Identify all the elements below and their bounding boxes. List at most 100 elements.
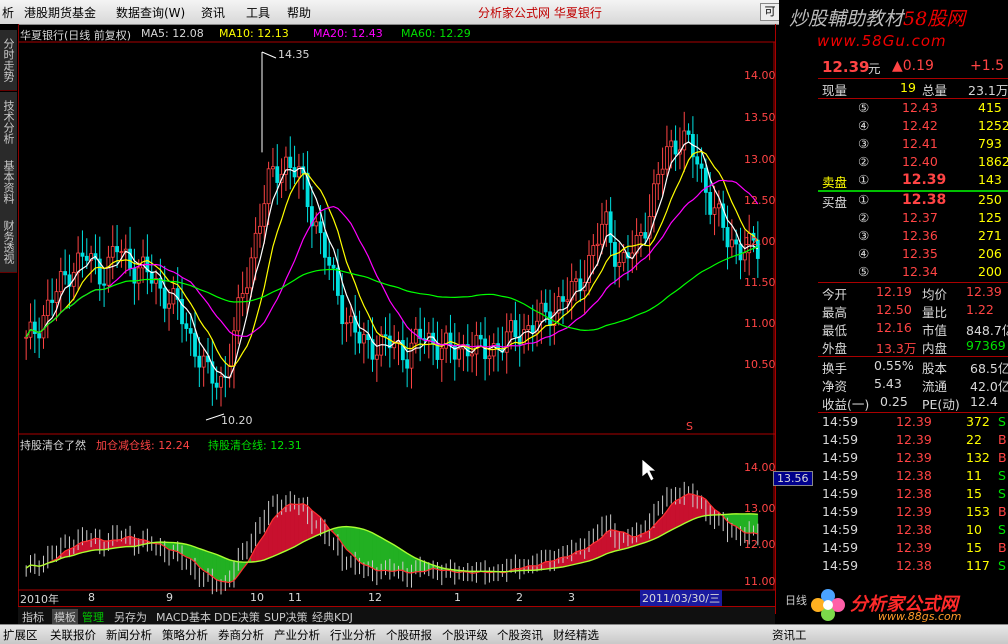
divider	[818, 98, 1008, 99]
candle-body	[561, 296, 565, 302]
quote-row: 最高 12.50 量比 1.22	[818, 302, 1008, 320]
band-segment	[272, 513, 278, 557]
status-item[interactable]: 关联报价	[50, 627, 96, 643]
status-item[interactable]: 策略分析	[162, 627, 208, 643]
candle-body	[258, 225, 262, 234]
fund-value: 0.55%	[874, 358, 914, 373]
tick-side: B	[998, 450, 1007, 465]
band-segment	[670, 500, 676, 531]
menu-item-tools[interactable]: 工具	[246, 4, 270, 21]
tick-volume: 132	[966, 450, 990, 465]
band-segment	[753, 513, 759, 535]
tick-price: 12.38	[896, 522, 932, 537]
sell-qty: 415	[978, 100, 1002, 115]
tab-fundamentals[interactable]: 基本资料	[0, 152, 17, 213]
tab-kdj[interactable]: 经典KDJ	[312, 609, 353, 625]
tick-side: B	[998, 540, 1007, 555]
quote-row: 换手 0.55% 股本 68.5亿	[818, 358, 1008, 376]
candle-body	[509, 320, 513, 333]
y-tick: 12.00	[744, 235, 776, 248]
candle-body	[322, 232, 327, 258]
status-item[interactable]: 行业分析	[330, 627, 376, 643]
status-item[interactable]: 个股资讯	[497, 627, 543, 643]
menu-item-news[interactable]: 资讯	[201, 4, 225, 21]
band-segment	[675, 498, 681, 529]
band-segment	[610, 529, 616, 553]
candle-body	[249, 257, 254, 289]
tab-financials[interactable]: 财务透视	[0, 212, 17, 273]
menu-item-hk-futures[interactable]: 港股期货基金	[24, 4, 96, 21]
tab-manage[interactable]: 管理	[82, 609, 104, 625]
candle-body	[245, 287, 249, 294]
band-segment	[367, 530, 373, 569]
banner-title-b: 58股网	[903, 8, 966, 30]
price-change: ▲0.19	[892, 58, 934, 74]
buy-rank: ④	[858, 246, 870, 261]
status-item[interactable]: 券商分析	[218, 627, 264, 643]
quote-row: ④ 12.42 1252	[818, 118, 1008, 136]
menu-item-data-query[interactable]: 数据查询(W)	[116, 4, 185, 21]
quote-row: ② 12.40 1862	[818, 154, 1008, 172]
chart-canvas[interactable]	[18, 24, 775, 614]
menu-item-analysis[interactable]: 析	[2, 4, 14, 21]
tab-save-as[interactable]: 另存为	[114, 609, 147, 625]
band-segment	[593, 540, 598, 560]
band-segment	[186, 544, 191, 560]
tab-macd[interactable]: MACD基本	[156, 609, 211, 625]
buy-rank: ③	[858, 228, 870, 243]
tick-row: 14:59 12.39 22 B	[818, 432, 1008, 450]
candle-body	[54, 291, 59, 303]
buy-qty: 200	[978, 264, 1002, 279]
divider	[818, 282, 1008, 283]
tick-price: 12.39	[896, 414, 932, 429]
band-segment	[307, 505, 313, 541]
status-item[interactable]: 个股评级	[442, 627, 488, 643]
band-segment	[744, 513, 750, 534]
sell-rank: ③	[858, 136, 870, 151]
band-segment	[380, 537, 386, 572]
stat-label: 今开	[822, 287, 848, 302]
x-label: 10	[250, 591, 264, 604]
y-tick: 11.50	[744, 276, 776, 289]
y-tick: 11.00	[744, 317, 776, 330]
stat-value: 12.19	[876, 284, 912, 299]
status-item[interactable]: 扩展区	[3, 627, 38, 643]
fund-value: 12.4	[970, 394, 998, 409]
tab-intraday[interactable]: 分时走势	[0, 30, 17, 91]
status-item[interactable]: 产业分析	[274, 627, 320, 643]
tick-time: 14:59	[822, 522, 859, 537]
volume-value: 19	[900, 80, 916, 95]
candle-body	[591, 245, 596, 256]
candle-body	[340, 295, 345, 325]
quote-row: 现量 19 总量 23.1万	[818, 80, 1008, 98]
y-tick: 13.50	[744, 111, 776, 124]
current-value-tag: 13.56	[773, 471, 813, 486]
tab-template[interactable]: 模板	[52, 609, 78, 625]
fund-value: 68.5亿	[970, 361, 1008, 376]
candle-body	[236, 297, 241, 332]
fund-label: 收益(一)	[822, 397, 870, 412]
status-item[interactable]: 财经精选	[553, 627, 599, 643]
candle-body	[643, 232, 648, 239]
status-item[interactable]: 个股研报	[386, 627, 432, 643]
tab-technical[interactable]: 技术分析	[0, 92, 17, 153]
candle-body	[539, 302, 544, 322]
candle-body	[37, 333, 42, 339]
candle-body	[617, 262, 622, 267]
tick-price: 12.38	[896, 486, 932, 501]
quote-row: ② 12.37 125	[818, 210, 1008, 228]
status-item[interactable]: 新闻分析	[106, 627, 152, 643]
band-segment	[86, 539, 92, 552]
tick-side: S	[998, 486, 1006, 501]
chart-panel[interactable]: 华夏银行(日线 前复权) MA5: 12.08 MA10: 12.13 MA20…	[18, 24, 813, 614]
tab-dde[interactable]: DDE决策	[214, 609, 260, 625]
tab-indicator[interactable]: 指标	[22, 609, 44, 625]
restore-button[interactable]: 可	[760, 3, 780, 21]
tab-sup[interactable]: SUP决策	[264, 609, 308, 625]
menu-item-help[interactable]: 帮助	[287, 4, 311, 21]
tick-volume: 15	[966, 486, 982, 501]
total-value: 23.1万	[968, 83, 1008, 98]
site-logo: 分析家公式网 www.88gs.com	[800, 586, 1008, 624]
ma5-line	[25, 141, 759, 379]
status-item[interactable]: 资讯工	[772, 627, 807, 643]
